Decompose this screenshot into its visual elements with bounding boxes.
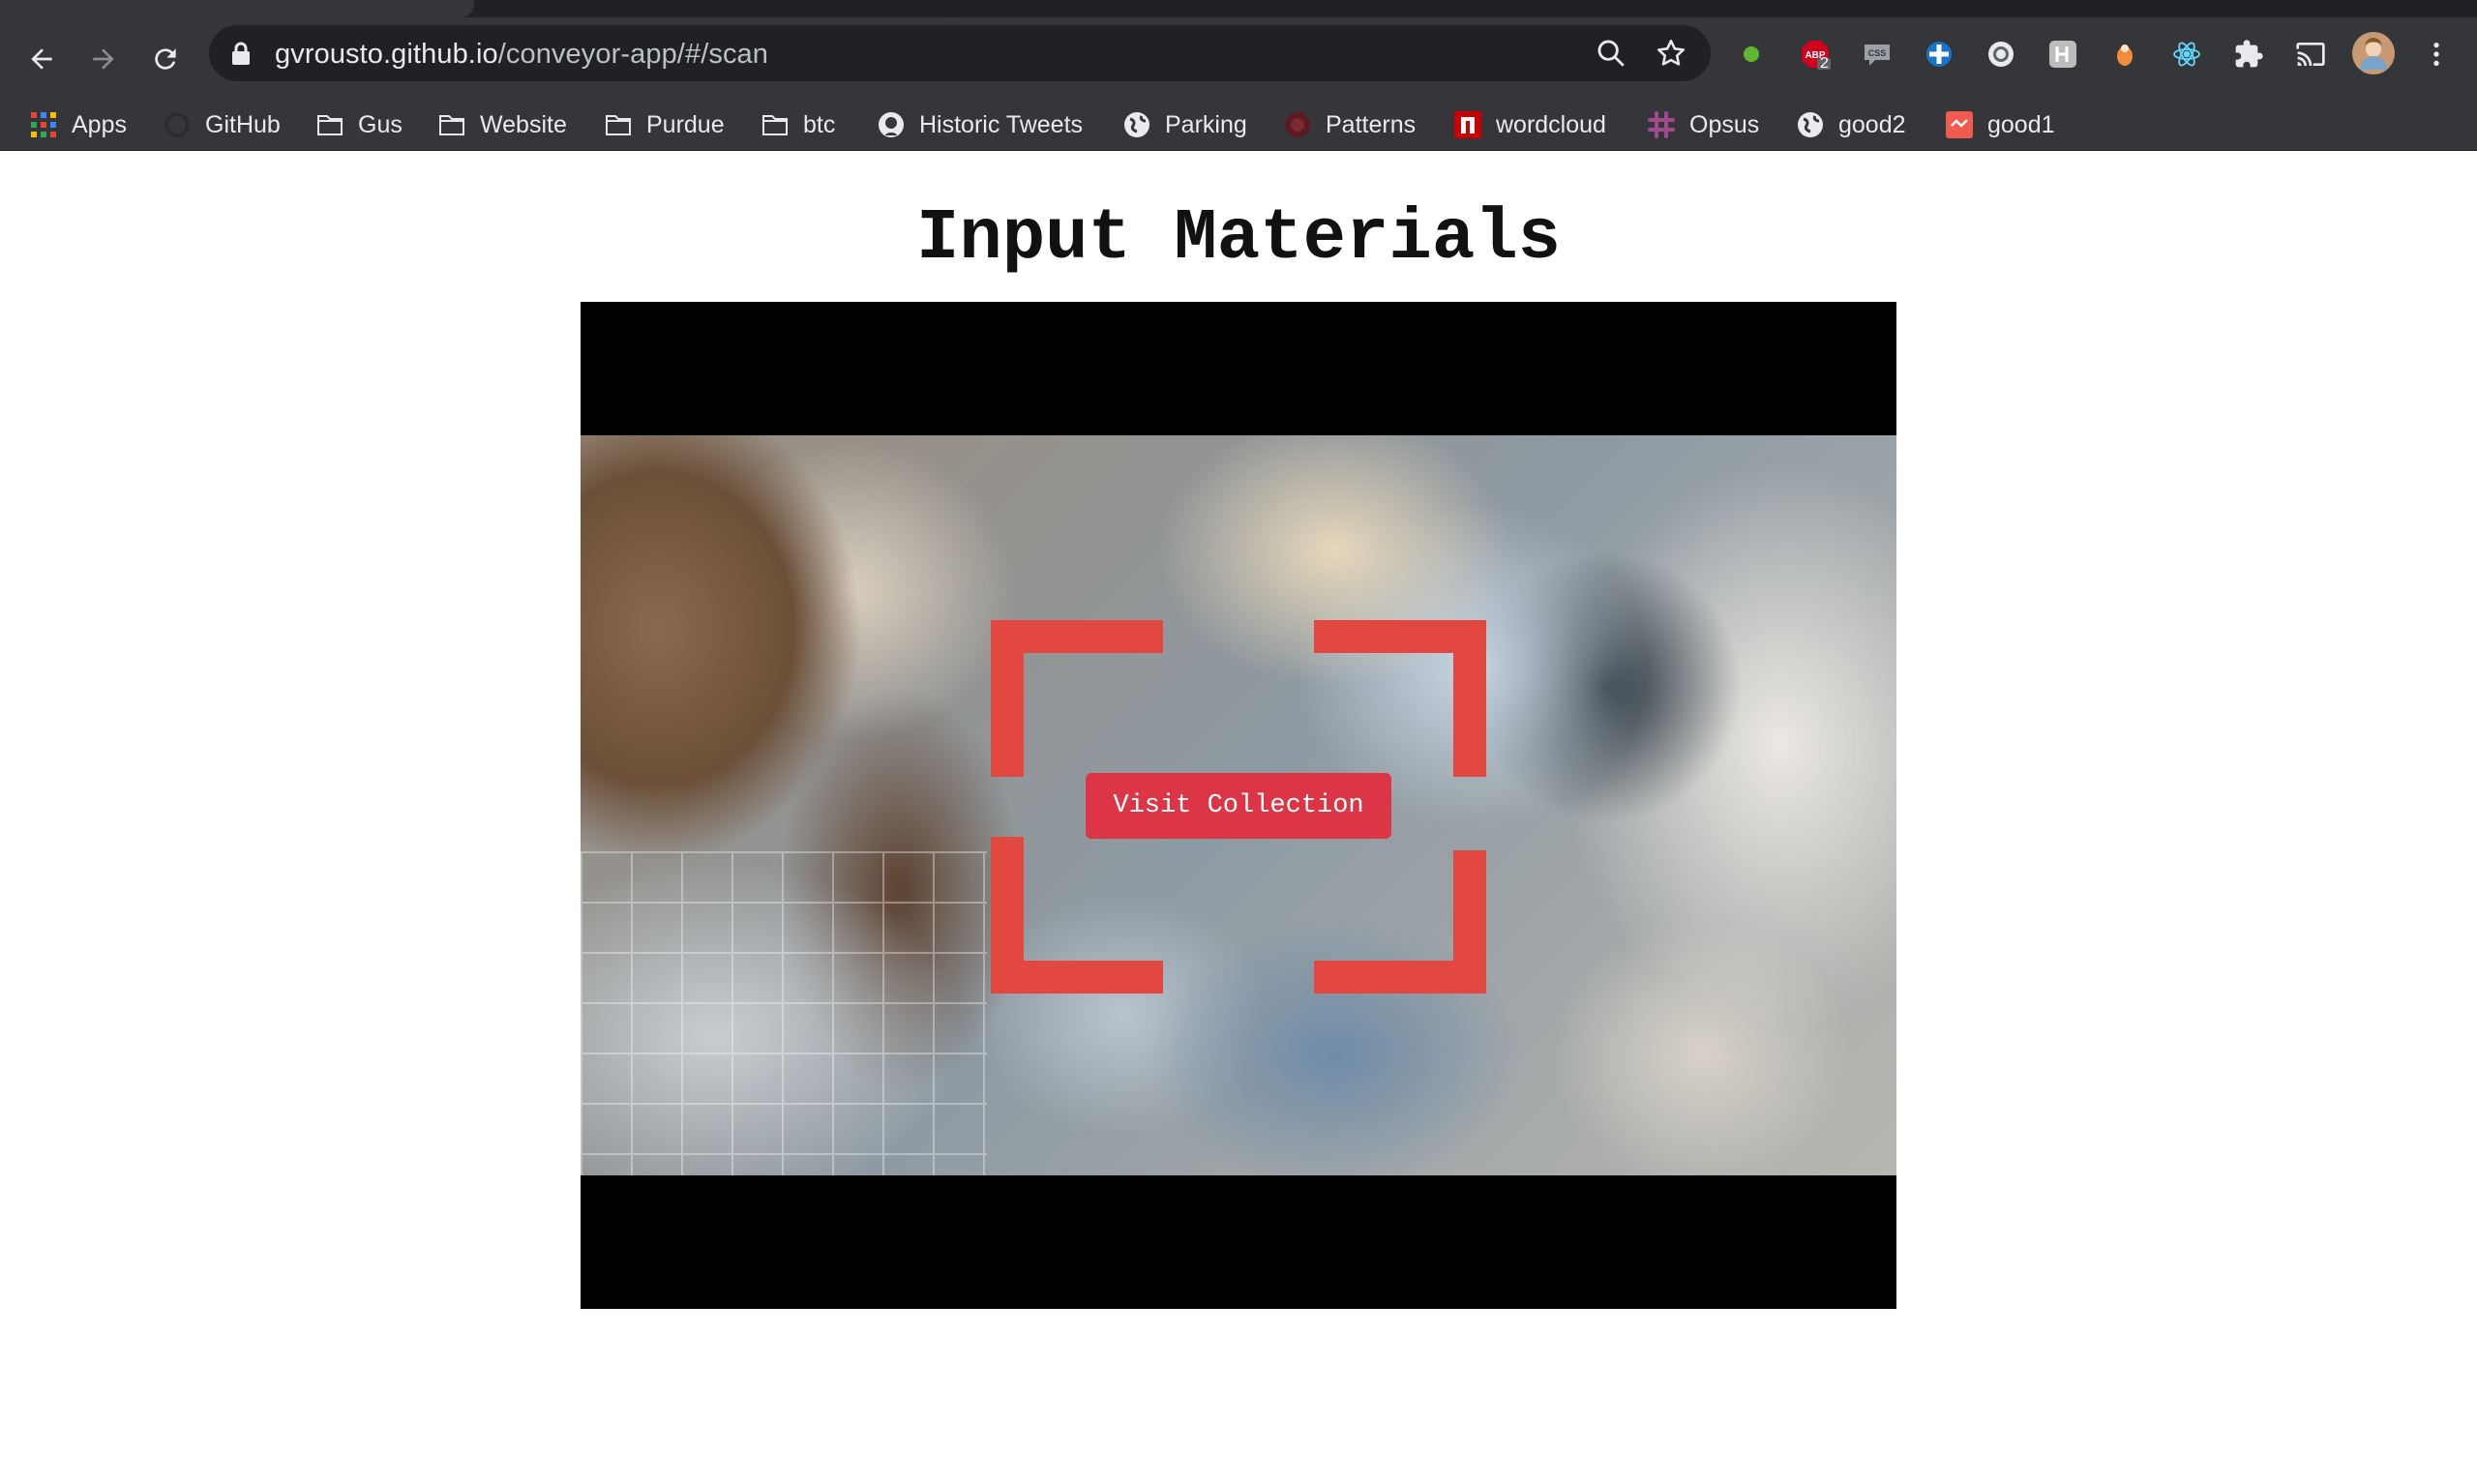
browser-tab-previous[interactable] <box>0 0 474 17</box>
bookmark-label: Apps <box>72 110 127 138</box>
bookmark-historic-tweets[interactable]: Historic Tweets <box>877 99 1083 151</box>
folder-icon <box>762 115 788 135</box>
bookmark-label: Patterns <box>1326 110 1417 138</box>
tab-strip <box>0 0 2477 17</box>
camera-scanner-view[interactable]: Visit Collection <box>581 302 1896 1309</box>
bookmark-good1[interactable]: good1 <box>1945 99 2055 151</box>
bookmark-label: good1 <box>1987 110 2055 138</box>
folder-icon <box>439 115 464 135</box>
bookmark-label: Historic Tweets <box>919 110 1084 138</box>
globe-icon <box>1124 112 1149 137</box>
bookmark-star-icon[interactable] <box>1655 37 1687 70</box>
visit-collection-button[interactable]: Visit Collection <box>1086 773 1391 839</box>
circle-extension-icon[interactable] <box>1984 37 2018 72</box>
bookmark-label: Parking <box>1165 110 1247 138</box>
reload-icon <box>155 48 176 70</box>
reload-button[interactable] <box>141 35 190 83</box>
bookmark-patterns[interactable]: Patterns <box>1283 99 1416 151</box>
back-arrow-icon <box>31 48 52 70</box>
svg-text:CSS: CSS <box>1868 48 1887 58</box>
scan-frame-corner-top-right <box>1314 620 1486 777</box>
address-bar[interactable]: gvrousto.github.io/conveyor-app/#/scan <box>209 25 1711 81</box>
browser-toolbar: gvrousto.github.io/conveyor-app/#/scan A… <box>0 17 2477 104</box>
apps-grid-icon <box>31 112 56 137</box>
bookmark-label: wordcloud <box>1496 110 1606 138</box>
cast-icon[interactable] <box>2293 37 2328 72</box>
adblock-badge: 2 <box>1820 55 1829 72</box>
url-host: gvrousto.github.io <box>275 39 498 70</box>
browser-tab-next[interactable] <box>943 0 2477 17</box>
globe-icon <box>1798 112 1823 137</box>
cutting-mat-grid <box>581 851 987 1175</box>
wordcloud-icon <box>1454 111 1481 138</box>
blue-cross-icon[interactable] <box>1922 37 1956 72</box>
bookmark-label: Website <box>480 110 567 138</box>
bookmark-github[interactable]: GitHub <box>163 99 281 151</box>
bookmark-label: Opsus <box>1689 110 1760 138</box>
github-icon <box>879 112 904 137</box>
forward-button[interactable] <box>79 35 128 83</box>
forward-arrow-icon <box>93 48 114 70</box>
bookmark-parking[interactable]: Parking <box>1122 99 1247 151</box>
url-path: /conveyor-app/#/scan <box>497 39 769 70</box>
bookmark-folder-website[interactable]: Website <box>437 99 567 151</box>
bookmark-folder-purdue[interactable]: Purdue <box>604 99 725 151</box>
back-button[interactable] <box>17 35 66 83</box>
url-text: gvrousto.github.io/conveyor-app/#/scan <box>275 39 768 71</box>
bookmark-good2[interactable]: good2 <box>1796 99 1906 151</box>
profile-avatar[interactable] <box>2351 31 2396 75</box>
bookmark-label: Gus <box>358 110 403 138</box>
bookmark-wordcloud[interactable]: wordcloud <box>1453 99 1606 151</box>
github-icon <box>164 112 190 137</box>
bookmark-folder-gus[interactable]: Gus <box>315 99 403 151</box>
adblock-icon[interactable]: ABP 2 <box>1798 37 1833 72</box>
folder-icon <box>606 115 631 135</box>
bookmark-label: good2 <box>1838 110 1906 138</box>
kebab-menu-icon[interactable] <box>2419 37 2454 72</box>
bookmarks-bar: Apps GitHub Gus Website Purdue btc Histo… <box>0 99 2477 151</box>
orange-drop-icon[interactable] <box>2107 37 2142 72</box>
good1-icon <box>1946 111 1973 138</box>
lock-icon <box>232 42 250 65</box>
h-extension-icon[interactable] <box>2045 37 2080 72</box>
zoom-icon[interactable] <box>1595 37 1627 70</box>
scan-frame-corner-top-left <box>991 620 1163 777</box>
patterns-icon <box>1285 112 1310 137</box>
bookmark-opsus[interactable]: Opsus <box>1647 99 1759 151</box>
bookmark-folder-btc[interactable]: btc <box>761 99 835 151</box>
scan-frame-corner-bottom-right <box>1314 850 1486 994</box>
folder-icon <box>317 115 343 135</box>
scan-frame-corner-bottom-left <box>991 837 1163 994</box>
slack-icon <box>1648 111 1675 138</box>
bookmark-label: Purdue <box>646 110 725 138</box>
extensions-puzzle-icon[interactable] <box>2231 37 2266 72</box>
css-viewer-icon[interactable]: CSS <box>1860 37 1895 72</box>
page-title: Input Materials <box>915 198 1562 280</box>
react-devtools-icon[interactable] <box>2169 37 2204 72</box>
bookmark-label: GitHub <box>205 110 281 138</box>
bookmark-apps[interactable]: Apps <box>29 99 127 151</box>
bookmark-label: btc <box>803 110 836 138</box>
green-dot-icon[interactable] <box>1734 37 1769 72</box>
